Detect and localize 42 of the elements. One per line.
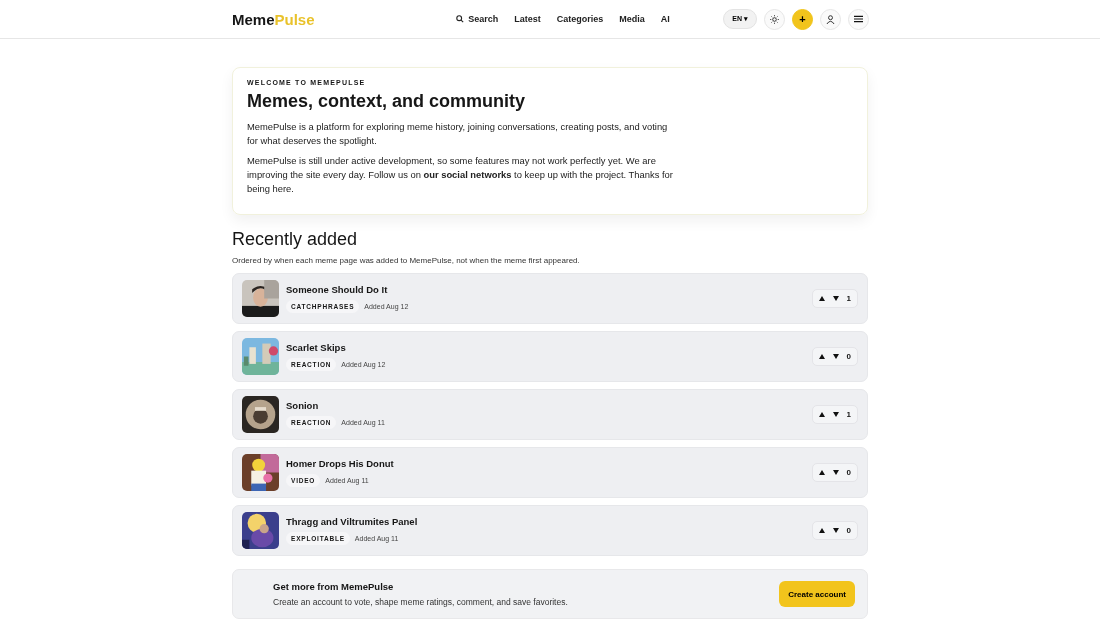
menu-button[interactable] bbox=[848, 8, 869, 30]
meme-title: Sonion bbox=[286, 400, 320, 411]
account-button[interactable] bbox=[820, 8, 841, 30]
menu-icon bbox=[854, 15, 863, 23]
welcome-title: Memes, context, and community bbox=[247, 91, 527, 112]
down-triangle-icon bbox=[832, 296, 839, 301]
up-triangle-icon bbox=[818, 470, 825, 475]
vote-count: 1 bbox=[846, 410, 851, 419]
down-triangle-icon bbox=[832, 528, 839, 533]
add-button[interactable]: + bbox=[792, 8, 813, 30]
down-triangle-icon bbox=[832, 354, 839, 359]
paragraph: MemePulse is a platform for exploring meme history, joining conversations, creating posts, and voting for what deserves the spotlight. bbox=[247, 120, 669, 148]
vote-count: 1 bbox=[846, 294, 851, 303]
section-title: Recently added bbox=[232, 229, 359, 250]
vote-count: 0 bbox=[846, 352, 851, 361]
sun-icon bbox=[770, 14, 779, 24]
up-triangle-icon bbox=[818, 296, 825, 301]
create-account-button[interactable]: Create account bbox=[779, 581, 855, 607]
nav-link[interactable]: Latest bbox=[514, 14, 541, 24]
up-triangle-icon bbox=[818, 528, 825, 533]
up-triangle-icon bbox=[818, 412, 825, 417]
vote-count: 0 bbox=[846, 468, 851, 477]
nav-link[interactable]: AI bbox=[660, 14, 670, 24]
up-triangle-icon bbox=[818, 354, 825, 359]
meme-title: Scarlet Skips bbox=[286, 342, 347, 353]
search-icon bbox=[456, 15, 465, 23]
down-triangle-icon bbox=[832, 412, 839, 417]
theme-button[interactable] bbox=[764, 8, 785, 30]
meme-title: Someone Should Do It bbox=[286, 284, 389, 295]
search-link[interactable]: Search bbox=[456, 14, 499, 24]
paragraph: MemePulse is still under active development, so some features may not work perfectly yet. We are improving the site every day. Follow us on our social networks to keep up with the project. Thanks for being here. bbox=[247, 154, 674, 196]
user-icon bbox=[826, 14, 835, 24]
nav-link[interactable]: Categories bbox=[556, 14, 604, 24]
vote-count: 0 bbox=[846, 526, 851, 535]
logo[interactable]: MemePulse bbox=[232, 10, 315, 28]
section-subtitle: Ordered by when each meme page was added to MemePulse, not when the meme first appeared. bbox=[232, 256, 581, 265]
banner-title: Get more from MemePulse bbox=[273, 581, 395, 592]
nav-link[interactable]: Media bbox=[619, 14, 645, 24]
banner-text: Create an account to vote, shape meme ratings, comment, and save favorites. bbox=[273, 597, 568, 607]
meme-title: Thragg and Viltrumites Panel bbox=[286, 516, 419, 527]
meme-title: Homer Drops His Donut bbox=[286, 458, 395, 469]
down-triangle-icon bbox=[832, 470, 839, 475]
